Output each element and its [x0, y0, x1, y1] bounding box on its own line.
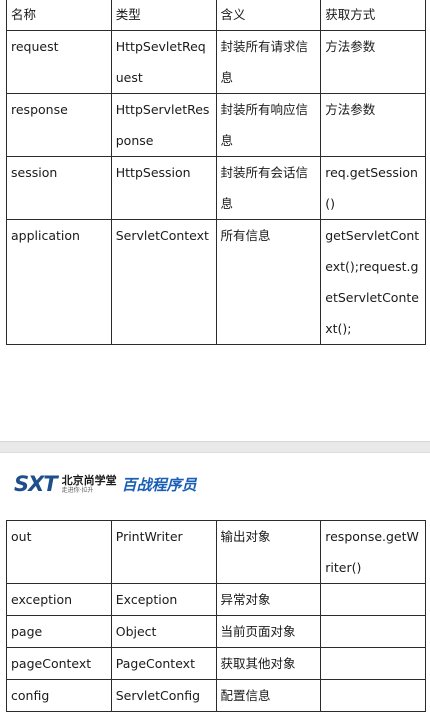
cell-type: Object	[110, 615, 217, 648]
cell-meaning: 当前页面对象	[215, 615, 322, 648]
logo: SXT 北京尚学堂 走进你·拉升 百战程序员	[14, 470, 197, 498]
implicit-objects-table-2: out PrintWriter 输出对象 response.getWriter(…	[6, 520, 426, 712]
cell-meaning: 配置信息	[215, 679, 322, 712]
cell-access: 方法参数	[320, 93, 426, 157]
cell-name: application	[6, 219, 112, 345]
table-row: response HttpServletResponse 封装所有响应信息 方法…	[6, 93, 426, 157]
cell-access	[320, 583, 426, 616]
table-row: config ServletConfig 配置信息	[6, 679, 426, 712]
cell-access: req.getSession()	[320, 156, 426, 220]
cell-name: exception	[6, 583, 112, 616]
cell-meaning: 封装所有请求信息	[215, 30, 322, 94]
cell-access	[320, 615, 426, 648]
cell-type: ServletConfig	[110, 679, 217, 712]
cell-type: HttpServletResponse	[110, 93, 217, 157]
cell-meaning: 获取其他对象	[215, 647, 322, 680]
cell-meaning: 异常对象	[215, 583, 322, 616]
cell-type: PageContext	[110, 647, 217, 680]
table-row: out PrintWriter 输出对象 response.getWriter(…	[6, 520, 426, 584]
cell-name: page	[6, 615, 112, 648]
logo-cn: 北京尚学堂 走进你·拉升	[62, 475, 117, 494]
cell-type: HttpSession	[110, 156, 217, 220]
header-type: 类型	[110, 0, 217, 31]
logo-brand: 百战程序员	[121, 475, 197, 494]
cell-type: HttpSevletRequest	[110, 30, 217, 94]
implicit-objects-table-1: 名称 类型 含义 获取方式 request HttpSevletRequest …	[6, 0, 426, 345]
cell-name: config	[6, 679, 112, 712]
table-row: page Object 当前页面对象	[6, 615, 426, 648]
cell-type: PrintWriter	[110, 520, 217, 584]
header-access: 获取方式	[320, 0, 426, 31]
cell-access	[320, 647, 426, 680]
table-header-row: 名称 类型 含义 获取方式	[6, 0, 426, 31]
cell-name: out	[6, 520, 112, 584]
table-row: exception Exception 异常对象	[6, 583, 426, 616]
cell-meaning: 所有信息	[215, 219, 322, 345]
table-row: pageContext PageContext 获取其他对象	[6, 647, 426, 680]
cell-meaning: 输出对象	[215, 520, 322, 584]
logo-sxt: SXT	[14, 472, 58, 496]
page-break	[0, 441, 430, 453]
cell-access	[320, 679, 426, 712]
cell-access: response.getWriter()	[320, 520, 426, 584]
header-meaning: 含义	[215, 0, 322, 31]
cell-name: request	[6, 30, 112, 94]
logo-slogan: 走进你·拉升	[61, 486, 94, 494]
cell-type: ServletContext	[110, 219, 217, 345]
cell-name: response	[6, 93, 112, 157]
cell-name: pageContext	[6, 647, 112, 680]
cell-meaning: 封装所有响应信息	[215, 93, 322, 157]
cell-access: 方法参数	[320, 30, 426, 94]
cell-access: getServletContext();request.getServletCo…	[320, 219, 426, 345]
cell-name: session	[6, 156, 112, 220]
table-row: request HttpSevletRequest 封装所有请求信息 方法参数	[6, 30, 426, 94]
logo-cn-name: 北京尚学堂	[61, 473, 117, 487]
cell-type: Exception	[110, 583, 217, 616]
cell-meaning: 封装所有会话信息	[215, 156, 322, 220]
header-name: 名称	[6, 0, 112, 31]
table-row: application ServletContext 所有信息 getServl…	[6, 219, 426, 345]
table-row: session HttpSession 封装所有会话信息 req.getSess…	[6, 156, 426, 220]
